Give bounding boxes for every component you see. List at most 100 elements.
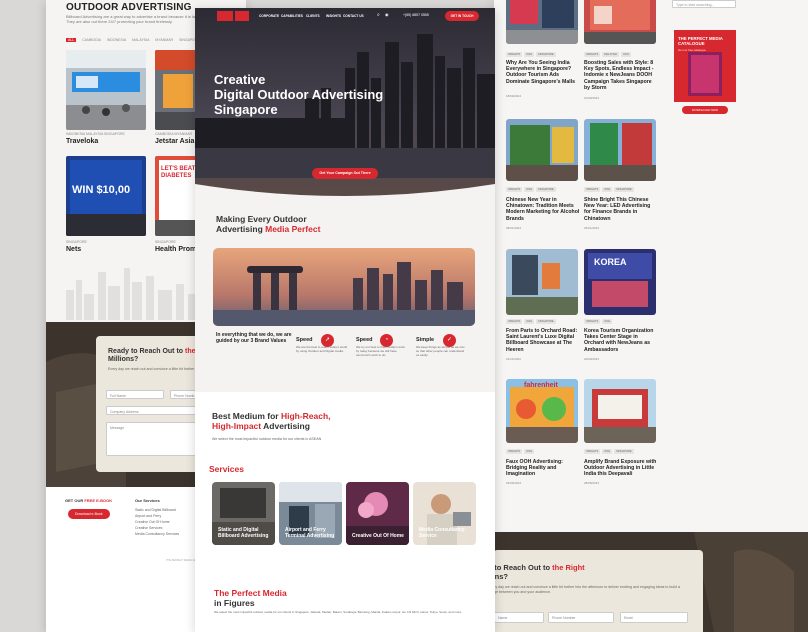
name-field[interactable]: Name	[494, 612, 544, 623]
tag[interactable]: INSIGHTS	[506, 449, 523, 454]
feature-title: Speed	[356, 337, 373, 343]
tag[interactable]: INSIGHTS	[506, 319, 523, 324]
get-in-touch-button[interactable]: GET IN TOUCH	[445, 11, 479, 21]
article-title[interactable]: Boosting Sales with Style: 8 Key Spots, …	[584, 60, 658, 91]
brand-logo[interactable]	[217, 11, 233, 21]
tag[interactable]: OOH	[602, 449, 613, 454]
download-catalogue-button[interactable]: DOWNLOAD NOW	[682, 106, 728, 114]
article-date: 20/09/2023	[584, 357, 600, 361]
tag[interactable]: OOH	[524, 319, 535, 324]
language-icon[interactable]: ◉	[385, 12, 389, 17]
article-date: 01/11/2023	[506, 357, 521, 361]
tab-indonesia[interactable]: INDONESIA	[107, 38, 126, 42]
filter-tabs: ALL CAMBODIA INDONESIA MALAYSIA MYANMAR …	[66, 38, 200, 42]
service-card-airport[interactable]: Airport and Ferry Terminal Advertising	[279, 482, 342, 545]
tag[interactable]: INSIGHTS	[506, 52, 523, 57]
tag[interactable]: SINGAPORE	[536, 319, 556, 324]
service-card-ooh[interactable]: Creative Out Of Home	[346, 482, 409, 545]
card-image-nets[interactable]: WIN $10,00	[66, 156, 146, 236]
email-field[interactable]: Email	[620, 612, 688, 623]
tag[interactable]: SINGAPORE	[614, 187, 634, 192]
tag[interactable]: OOH	[621, 52, 631, 57]
tag[interactable]: OOH	[524, 449, 535, 454]
nav-clients[interactable]: CLIENTS	[306, 14, 320, 18]
card-countries: CAMBODIA MYANMAR	[155, 132, 193, 136]
catalogue-title: THE PERFECT MEDIA CATALOGUE	[678, 36, 723, 46]
phone-field[interactable]: Phone Number	[548, 612, 614, 623]
feature-text: We are the best to reach today's world b…	[296, 345, 348, 353]
nav-capabilities[interactable]: CAPABILITIES	[281, 14, 303, 18]
tag[interactable]: INSIGHTS	[584, 319, 601, 324]
tag[interactable]: INSIGHTS	[584, 52, 601, 57]
tag[interactable]: OOH	[524, 187, 535, 192]
article-image[interactable]	[584, 379, 656, 443]
tab-myanmar[interactable]: MYANMAR	[155, 38, 173, 42]
tab-cambodia[interactable]: CAMBODIA	[82, 38, 101, 42]
card-title[interactable]: Health Promo	[155, 246, 201, 253]
card-title[interactable]: Nets	[66, 246, 81, 253]
campaign-cta-button[interactable]: Get Your Campaign Out There	[312, 168, 378, 179]
tag[interactable]: OOH	[524, 52, 535, 57]
tag[interactable]: SINGAPORE	[614, 449, 634, 454]
phone-number[interactable]: +(65) 6857 0555	[403, 13, 429, 17]
search-input[interactable]: Type to start searching...	[672, 0, 736, 8]
article-title[interactable]: Why Are You Seeing India Everywhere in S…	[506, 60, 580, 85]
article-image[interactable]: fahrenheit	[506, 379, 578, 443]
article-tags: INSIGHTS OOH SINGAPORE	[584, 449, 634, 454]
tag[interactable]: INSIGHTS	[584, 449, 601, 454]
tag[interactable]: OOH	[602, 319, 613, 324]
contact-form: y to Reach Out to the Right ions? Every …	[494, 550, 703, 632]
feature-title: Speed	[296, 337, 313, 343]
article-date: 04/09/2023	[506, 481, 522, 485]
article-image[interactable]	[506, 119, 578, 181]
tab-all[interactable]: ALL	[66, 38, 77, 42]
tab-malaysia[interactable]: MALAYSIA	[132, 38, 149, 42]
article-image[interactable]	[584, 0, 656, 44]
nav-contact-us[interactable]: CONTACT US	[343, 14, 364, 18]
article-title[interactable]: Faux OOH Advertising: Bridging Reality a…	[506, 459, 580, 478]
article-title[interactable]: Shine Bright This Chinese New Year: LED …	[584, 197, 658, 222]
tag[interactable]: INSIGHTS	[584, 187, 601, 192]
full-name-field[interactable]: Full Name	[106, 390, 164, 399]
article-date: 28/01/2024	[506, 226, 522, 230]
service-link[interactable]: Media Consultancy Services	[135, 531, 179, 537]
article-tags: INSIGHTS OOH	[584, 319, 613, 324]
article-image[interactable]	[584, 119, 656, 181]
article-image[interactable]	[506, 0, 578, 44]
figures-subtext: We select the most impactful outdoor med…	[214, 610, 463, 614]
tag[interactable]: MALAYSIA	[602, 52, 620, 57]
nav-insights[interactable]: INSIGHTS	[326, 14, 341, 18]
tag[interactable]: INSIGHTS	[506, 187, 523, 192]
download-ebook-button[interactable]: Download e-Book	[68, 509, 110, 519]
tag[interactable]: OOH	[602, 187, 613, 192]
article-title[interactable]: Korea Tourism Organization Takes Center …	[584, 328, 658, 353]
card-countries: SINGAPORE	[155, 240, 176, 244]
card-image-traveloka[interactable]	[66, 50, 146, 130]
article-date: 10/09/2024	[584, 96, 600, 100]
search-icon[interactable]: ⌕	[377, 12, 380, 18]
article-title[interactable]: From Paris to Orchard Road: Saint Lauren…	[506, 328, 580, 353]
article-date: 25/01/2024	[584, 226, 600, 230]
right-page-preview: Type to start searching... INSIGHTS OOH SI…	[494, 0, 808, 632]
section-heading: Best Medium for High-Reach, High-Impact …	[212, 411, 331, 431]
service-card-billboard[interactable]: Static and Digital Billboard Advertising	[212, 482, 275, 545]
service-card-consultancy[interactable]: Media Consultancy Service	[413, 482, 476, 545]
intro-text: They are also out there 24/7 promoting y…	[66, 19, 173, 24]
article-tags: INSIGHTS OOH SINGAPORE	[506, 187, 556, 192]
article-image[interactable]	[506, 249, 578, 315]
card-title[interactable]: Jetstar Asia	[155, 138, 194, 145]
tag[interactable]: SINGAPORE	[536, 52, 556, 57]
hero-title: Creative Digital Outdoor Advertising Sin…	[214, 72, 384, 117]
brand-values-intro: In everything that we do, we are guided …	[216, 332, 292, 344]
feature-text: We try our best to finish today's work b…	[356, 345, 405, 357]
article-title[interactable]: Chinese New Year in Chinatown: Tradition…	[506, 197, 580, 222]
tag[interactable]: SINGAPORE	[536, 187, 556, 192]
card-title[interactable]: Traveloka	[66, 138, 98, 145]
section-heading: The Perfect Media in Figures	[214, 588, 287, 608]
billboard-text: LET'S BEAT DIABETES	[161, 166, 196, 179]
article-tags: INSIGHTS OOH SINGAPORE	[506, 319, 556, 324]
article-title[interactable]: Amplify Brand Exposure with Outdoor Adve…	[584, 459, 658, 478]
nav-corporate[interactable]: CORPORATE	[259, 14, 279, 18]
billboard-text: KOREA	[594, 257, 627, 267]
article-image[interactable]: KOREA	[584, 249, 656, 315]
